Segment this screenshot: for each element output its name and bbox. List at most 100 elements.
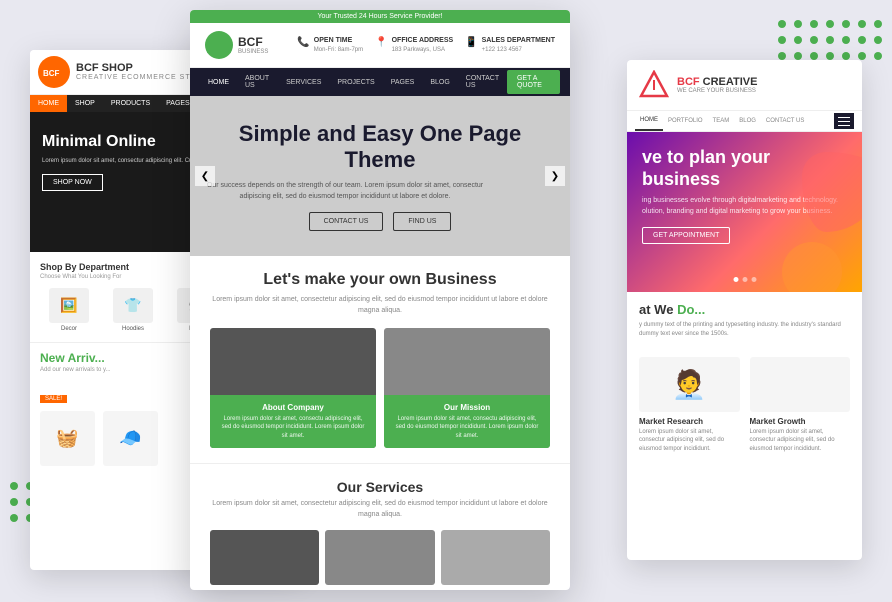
phone-icon: 📞 <box>297 37 309 48</box>
center-business-cards: About Company Lorem ipsum dolor sit amet… <box>210 328 550 448</box>
dot <box>794 36 802 44</box>
right-logo-text-block: BCF CREATIVE WE CARE YOUR BUSINESS <box>677 76 757 94</box>
location-icon: 📍 <box>375 37 387 48</box>
dot <box>778 20 786 28</box>
left-nav-home[interactable]: HOME <box>30 95 67 112</box>
center-biz-title-2: Our Mission <box>392 403 542 412</box>
right-market-growth: Market Growth Lorem ipsum dolor sit amet… <box>750 357 851 453</box>
center-find-btn[interactable]: FIND US <box>393 212 451 231</box>
center-business-section: Let's make your own Business Lorem ipsum… <box>190 256 570 463</box>
center-svc-img-3 <box>441 530 550 585</box>
right-market-research-title: Market Research <box>639 417 740 426</box>
hamburger-line-1 <box>838 117 850 118</box>
main-wrapper: BCF BCF SHOP CREATIVE ECOMMERCE STORE HO… <box>0 0 892 602</box>
right-card: BCF CREATIVE WE CARE YOUR BUSINESS HOME … <box>627 60 862 560</box>
chart-bars <box>789 365 811 405</box>
center-opentime-text: OPEN TIMEMon-Fri: 8am-7pm <box>314 36 363 54</box>
dot <box>778 36 786 44</box>
center-nav-home[interactable]: HOME <box>200 72 237 93</box>
right-nav-team[interactable]: TEAM <box>708 112 735 130</box>
dot <box>810 52 818 60</box>
right-market-research-text: Lorem ipsum dolor sit amet, consectur ad… <box>639 428 740 453</box>
right-hamburger-btn[interactable] <box>834 113 854 129</box>
right-wwd-title: at We Do... <box>639 302 850 317</box>
left-sales-item-2[interactable]: 🧢 <box>103 411 158 466</box>
dot <box>10 498 18 506</box>
center-nav-blog[interactable]: BLOG <box>422 72 457 93</box>
right-market-section: 🧑‍💼 Market Research Lorem ipsum dolor si… <box>627 349 862 461</box>
right-nav-blog[interactable]: BLOG <box>734 112 761 130</box>
center-contact-address: 📍 OFFICE ADDRESS183 Parkways, USA <box>375 36 453 54</box>
center-logo: BCF BUSINESS <box>205 31 268 59</box>
center-nav-pages[interactable]: PAGES <box>383 72 423 93</box>
center-biz-overlay-2: Our Mission Lorem ipsum dolor sit amet, … <box>384 395 550 448</box>
center-svc-images <box>210 530 550 585</box>
dot <box>858 20 866 28</box>
dot <box>10 482 18 490</box>
center-logo-name: BCF <box>238 35 268 49</box>
left-nav-shop[interactable]: SHOP <box>67 95 103 112</box>
dot <box>778 52 786 60</box>
center-header-info: BCF BUSINESS 📞 OPEN TIMEMon-Fri: 8am-7pm… <box>190 23 570 68</box>
dot <box>858 52 866 60</box>
center-biz-overlay-1: About Company Lorem ipsum dolor sit amet… <box>210 395 376 448</box>
right-market-growth-title: Market Growth <box>750 417 851 426</box>
center-biz-text-1: Lorem ipsum dolor sit amet, consectu adi… <box>218 415 368 440</box>
center-hero-prev[interactable]: ❮ <box>195 166 215 186</box>
center-business-desc: Lorem ipsum dolor sit amet, consectetur … <box>210 295 550 316</box>
right-appt-btn[interactable]: GET APPOINTMENT <box>642 227 730 244</box>
right-market-growth-text: Lorem ipsum dolor sit amet, consectur ad… <box>750 428 851 453</box>
right-wwd-desc: y dummy text of the printing and typeset… <box>639 321 850 339</box>
right-nav-home[interactable]: HOME <box>635 111 663 131</box>
center-biz-text-2: Lorem ipsum dolor sit amet, consectu adi… <box>392 415 542 440</box>
center-hero-buttons: CONTACT US FIND US <box>205 212 555 231</box>
center-contact-btn[interactable]: CONTACT US <box>309 212 384 231</box>
center-header-contact: 📞 OPEN TIMEMon-Fri: 8am-7pm 📍 OFFICE ADD… <box>297 36 555 54</box>
center-svc-desc: Lorem ipsum dolor sit amet, consectetur … <box>210 499 550 520</box>
center-logo-sub: BUSINESS <box>238 49 268 55</box>
center-top-bar: Your Trusted 24 Hours Service Provider! <box>190 10 570 23</box>
left-shop-label-hoodies: Hoodies <box>104 326 162 332</box>
center-sales-text: SALES DEPARTMENT+122 123 4567 <box>482 36 555 54</box>
dot <box>810 36 818 44</box>
center-get-quote-btn[interactable]: GET A QUOTE <box>507 70 560 94</box>
right-what-we-do: at We Do... y dummy text of the printing… <box>627 292 862 349</box>
left-sales-badge: SALE! <box>40 395 67 403</box>
mobile-icon: 📱 <box>465 37 477 48</box>
right-nav-portfolio[interactable]: PORTFOLIO <box>663 112 708 130</box>
center-nav-projects[interactable]: PROJECTS <box>329 72 382 93</box>
right-logo-icon <box>639 70 669 100</box>
right-nav-contact[interactable]: CONTACT US <box>761 112 809 130</box>
center-address-text: OFFICE ADDRESS183 Parkways, USA <box>392 36 454 54</box>
right-hero-dot-1 <box>733 277 738 282</box>
center-business-heading: Let's make your own Business <box>210 271 550 289</box>
left-nav-products[interactable]: PRODUCTS <box>103 95 158 112</box>
right-market-growth-img <box>750 357 851 412</box>
left-shop-item-decor[interactable]: 🖼️ Decor <box>40 288 98 332</box>
left-brand-name: BCF SHOP <box>76 62 209 74</box>
right-hero: ve to plan your business ing businesses … <box>627 132 862 292</box>
dot <box>842 52 850 60</box>
dot <box>826 20 834 28</box>
left-shop-btn[interactable]: SHOP NOW <box>42 174 103 191</box>
left-shop-label-decor: Decor <box>40 326 98 332</box>
center-services-section: Our Services Lorem ipsum dolor sit amet,… <box>190 463 570 590</box>
left-logo-icon: BCF <box>38 56 70 88</box>
right-hero-dots <box>733 277 756 282</box>
center-nav-services[interactable]: SERVICES <box>278 72 329 93</box>
left-shop-item-hoodies[interactable]: 👕 Hoodies <box>104 288 162 332</box>
dot <box>810 20 818 28</box>
right-hero-dot-2 <box>742 277 747 282</box>
center-contact-sales: 📱 SALES DEPARTMENT+122 123 4567 <box>465 36 555 54</box>
dot <box>826 36 834 44</box>
right-market-research: 🧑‍💼 Market Research Lorem ipsum dolor si… <box>639 357 740 453</box>
right-logo-sub: WE CARE YOUR BUSINESS <box>677 88 757 94</box>
center-hero-next[interactable]: ❯ <box>545 166 565 186</box>
center-logo-text-block: BCF BUSINESS <box>238 35 268 55</box>
center-nav-about[interactable]: ABOUT US <box>237 68 278 96</box>
left-shop-img-hoodies: 👕 <box>113 288 153 323</box>
center-logo-icon <box>205 31 233 59</box>
left-sales-item-1[interactable]: 🧺 <box>40 411 95 466</box>
center-nav-contact[interactable]: CONTACT US <box>458 68 507 96</box>
left-brand-sub: CREATIVE ECOMMERCE STORE <box>76 74 209 82</box>
